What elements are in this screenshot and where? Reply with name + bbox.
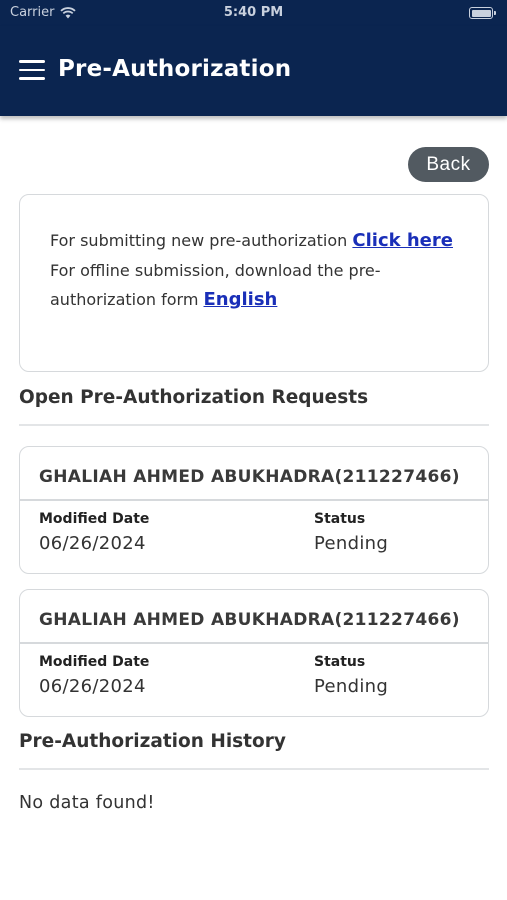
status-label: Status bbox=[314, 511, 366, 527]
modified-date-label: Modified Date bbox=[39, 654, 150, 670]
status-value: Pending bbox=[314, 533, 389, 554]
status-value: Pending bbox=[314, 676, 389, 697]
empty-state-text: No data found! bbox=[19, 793, 155, 813]
open-requests-heading: Open Pre-Authorization Requests bbox=[19, 387, 369, 408]
status-time: 5:40 PM bbox=[223, 5, 284, 20]
status-bar: Carrier 5:40 PM bbox=[0, 0, 507, 26]
patient-name: GHALIAH AHMED ABUKHADRA(211227466) bbox=[39, 467, 460, 487]
info-card: For submitting new pre-authorization Cli… bbox=[19, 194, 489, 372]
info-paragraph: For submitting new pre-authorization Cli… bbox=[50, 226, 459, 315]
app-bar: Pre-Authorization bbox=[0, 26, 507, 116]
new-submission-text: For submitting new pre-authorization bbox=[50, 231, 353, 250]
modified-date-label: Modified Date bbox=[39, 511, 150, 527]
english-form-link[interactable]: English bbox=[204, 289, 278, 310]
open-requests-divider bbox=[19, 424, 489, 426]
patient-name: GHALIAH AHMED ABUKHADRA(211227466) bbox=[39, 610, 460, 630]
request-card[interactable]: GHALIAH AHMED ABUKHADRA(211227466) Modif… bbox=[19, 446, 489, 574]
card-divider bbox=[20, 499, 488, 501]
click-here-link[interactable]: Click here bbox=[352, 230, 453, 251]
history-divider bbox=[19, 768, 489, 770]
page-title: Pre-Authorization bbox=[58, 56, 292, 82]
modified-date-value: 06/26/2024 bbox=[39, 676, 146, 697]
request-card[interactable]: GHALIAH AHMED ABUKHADRA(211227466) Modif… bbox=[19, 589, 489, 717]
card-divider bbox=[20, 642, 488, 644]
hamburger-menu-icon[interactable] bbox=[19, 60, 45, 80]
history-heading: Pre-Authorization History bbox=[19, 731, 286, 752]
status-label: Status bbox=[314, 654, 366, 670]
modified-date-value: 06/26/2024 bbox=[39, 533, 146, 554]
back-button[interactable]: Back bbox=[408, 147, 489, 182]
battery-icon bbox=[469, 7, 496, 19]
